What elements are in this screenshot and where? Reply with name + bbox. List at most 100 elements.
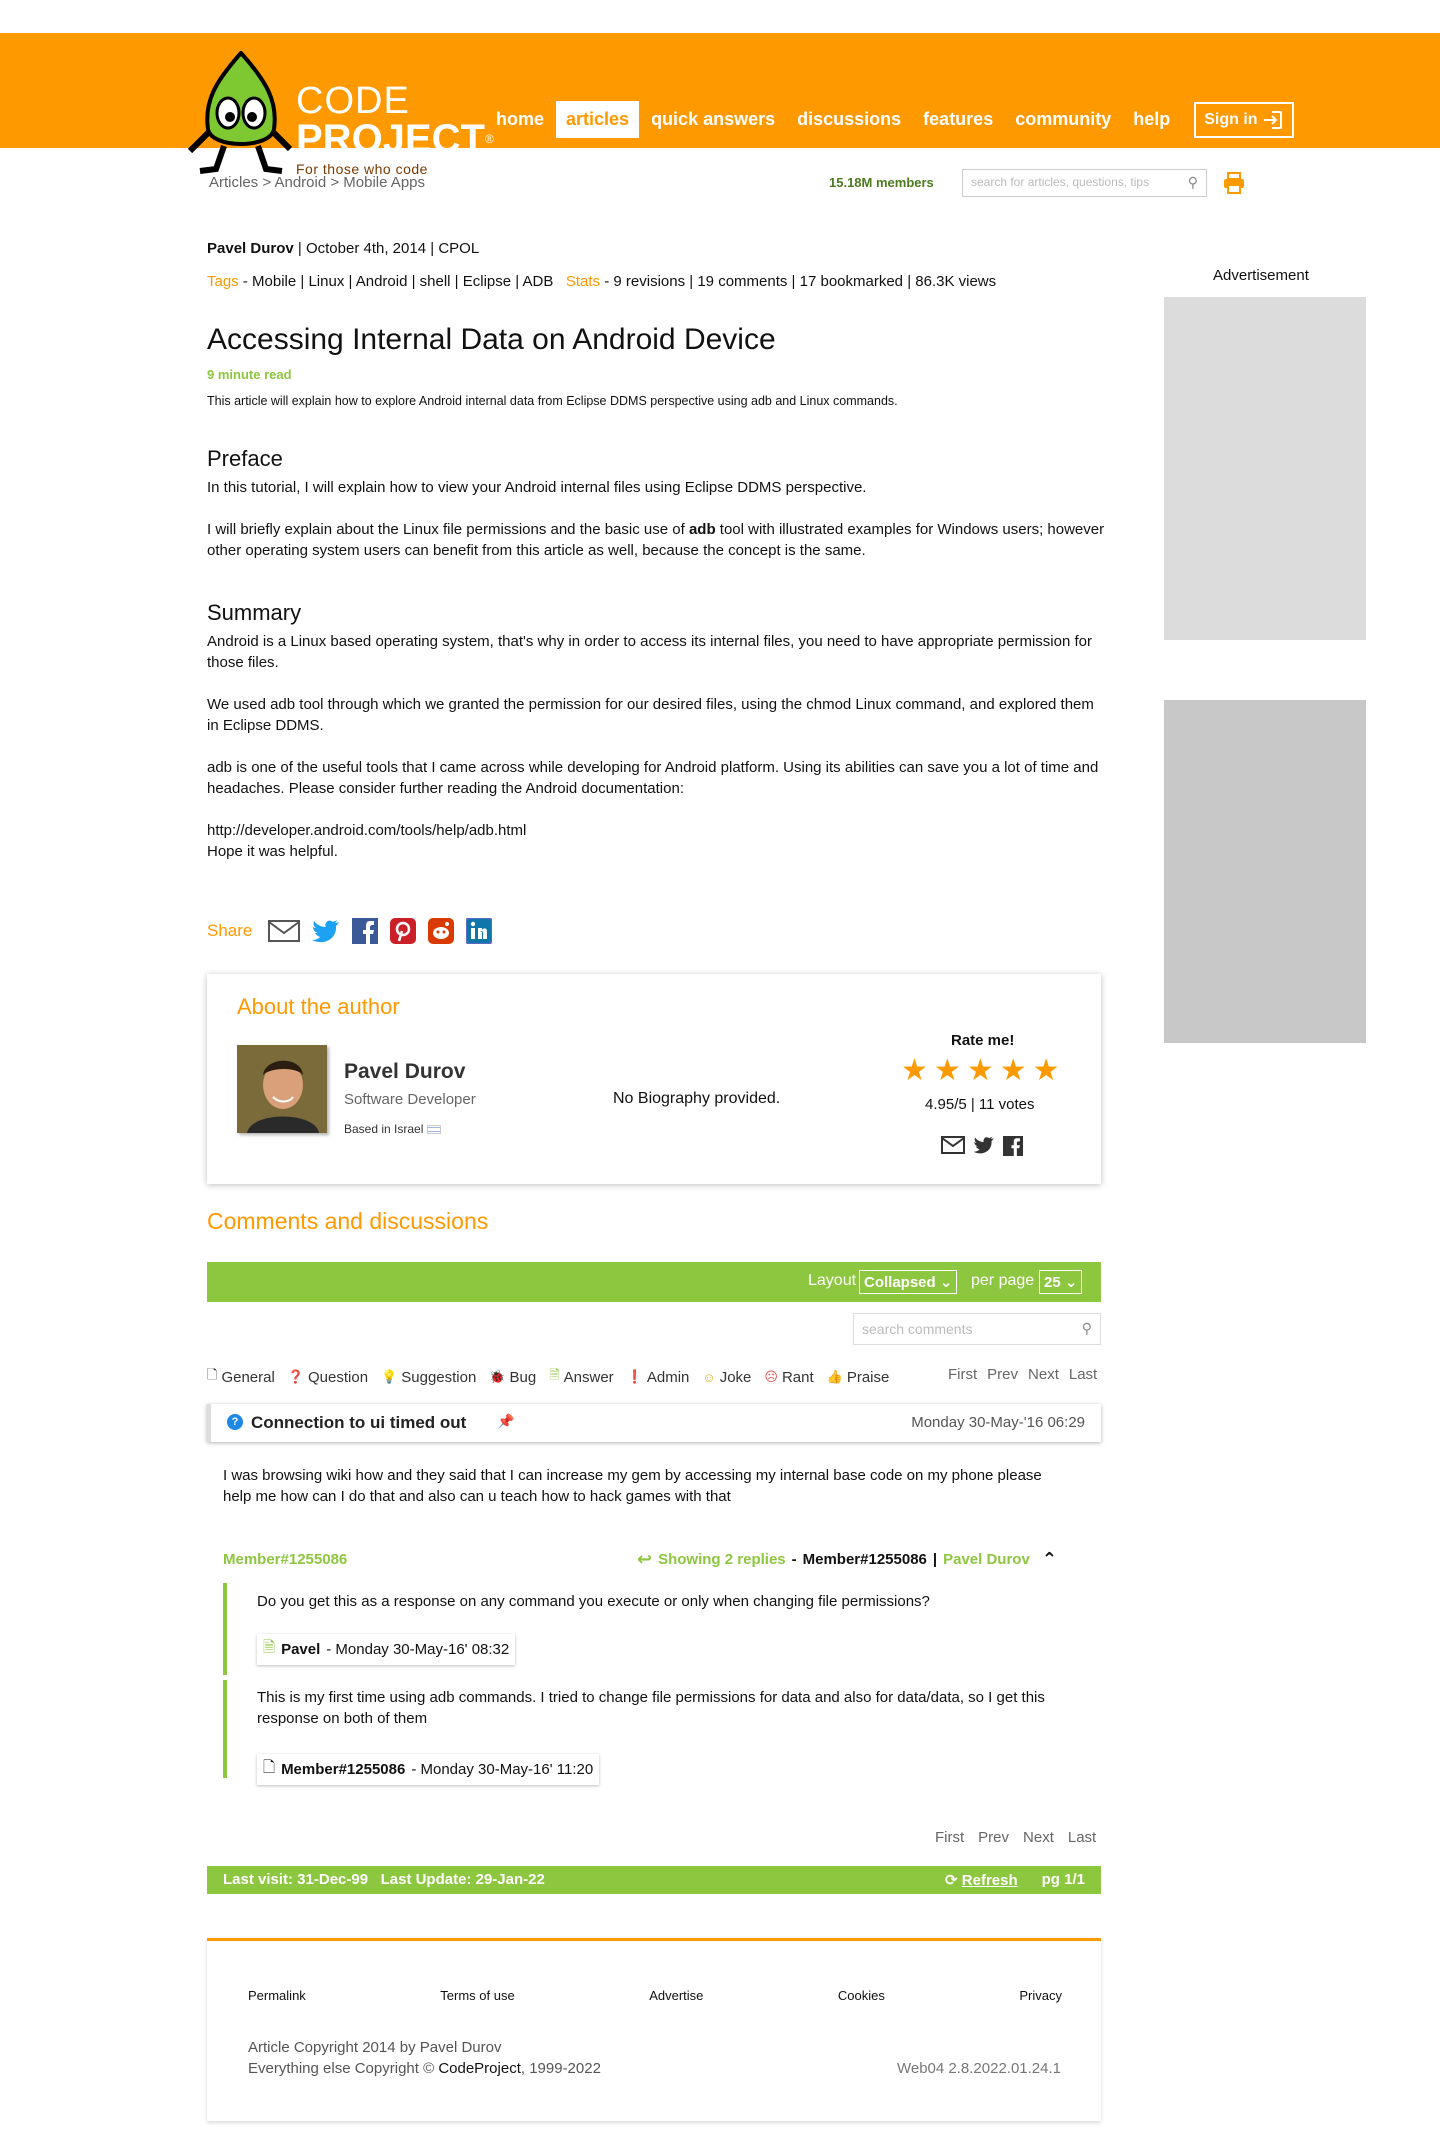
ad-slot-bottom[interactable]: [1164, 700, 1366, 1043]
layout-select[interactable]: Collapsed ⌄: [859, 1270, 958, 1294]
reply-author-tag: 🗋 Member#1255086 - Monday 30-May-16' 11:…: [257, 1754, 600, 1785]
nav-home[interactable]: home: [486, 101, 554, 138]
main-nav: home articles quick answers discussions …: [486, 101, 1294, 138]
pinterest-icon[interactable]: [390, 918, 417, 944]
revisions-link[interactable]: 9 revisions: [613, 273, 685, 290]
showing-replies-link[interactable]: Showing 2 replies: [658, 1551, 786, 1568]
tag-eclipse[interactable]: Eclipse: [463, 273, 511, 290]
tag-mobile[interactable]: Mobile: [252, 273, 296, 290]
breadcrumb-android[interactable]: Android: [274, 174, 326, 191]
license-link[interactable]: CPOL: [438, 240, 479, 257]
reply-author[interactable]: Pavel: [281, 1641, 320, 1658]
pager-last[interactable]: Last: [1068, 1829, 1096, 1846]
search-icon[interactable]: ⚲: [1082, 1320, 1092, 1337]
print-icon[interactable]: [1222, 171, 1246, 195]
nav-articles[interactable]: articles: [556, 101, 640, 138]
email-icon[interactable]: [941, 1136, 965, 1154]
pager-last[interactable]: Last: [1069, 1366, 1097, 1383]
site-search-input[interactable]: search for articles, questions, tips ⚲: [962, 169, 1207, 197]
star-icon[interactable]: ★: [1000, 1056, 1027, 1086]
site-copyright: Everything else Copyright © CodeProject,…: [248, 2060, 601, 2077]
ad-slot-top[interactable]: [1164, 297, 1366, 640]
collapse-chevron-up-icon[interactable]: ⌃: [1042, 1549, 1057, 1570]
tag-shell[interactable]: shell: [420, 273, 451, 290]
tag-linux[interactable]: Linux: [308, 273, 344, 290]
replies-author[interactable]: Pavel Durov: [943, 1551, 1030, 1568]
preface-heading: Preface: [207, 446, 283, 471]
email-icon[interactable]: [268, 919, 301, 943]
pager-prev[interactable]: Prev: [978, 1829, 1009, 1846]
filter-praise[interactable]: 👍 Praise: [827, 1369, 890, 1386]
pin-icon[interactable]: 📌: [497, 1413, 514, 1430]
share-label: Share: [207, 921, 253, 940]
tag-adb[interactable]: ADB: [523, 273, 554, 290]
filter-general[interactable]: 🗋 General: [207, 1366, 275, 1388]
tag-android[interactable]: Android: [356, 273, 408, 290]
star-icon[interactable]: ★: [967, 1056, 994, 1086]
linkedin-icon[interactable]: [466, 918, 493, 944]
reply-date: - Monday 30-May-16' 08:32: [326, 1641, 510, 1658]
thread-title[interactable]: Connection to ui timed out: [251, 1413, 466, 1433]
comments-link[interactable]: 19 comments: [697, 273, 787, 290]
nav-help[interactable]: help: [1123, 101, 1180, 138]
filter-answer[interactable]: 🗎 Answer: [549, 1366, 613, 1388]
filter-rant[interactable]: ☹ Rant: [764, 1369, 813, 1386]
comment-type-legend: 🗋 General ❓ Question 💡 Suggestion 🐞 Bug 🗎 Ans…: [207, 1366, 889, 1388]
pager-first[interactable]: First: [948, 1366, 977, 1383]
search-icon[interactable]: ⚲: [1188, 174, 1198, 191]
per-page-select[interactable]: 25 ⌄: [1039, 1270, 1083, 1294]
thread-header[interactable]: ? Connection to ui timed out 📌 Monday 30…: [207, 1404, 1101, 1442]
twitter-icon[interactable]: [312, 919, 340, 943]
footer-cookies[interactable]: Cookies: [838, 1988, 885, 2003]
facebook-icon[interactable]: [352, 918, 379, 944]
author-name[interactable]: Pavel Durov: [344, 1060, 465, 1084]
twitter-icon[interactable]: [973, 1136, 995, 1154]
sign-in-icon: [1263, 110, 1282, 129]
avatar[interactable]: [237, 1045, 327, 1133]
logo-text[interactable]: CODE PROJECT® For those who code: [296, 82, 494, 177]
breadcrumb-mobile-apps[interactable]: Mobile Apps: [343, 174, 425, 191]
rating-stars[interactable]: ★ ★ ★ ★ ★: [901, 1056, 1060, 1086]
reddit-icon[interactable]: [428, 918, 455, 944]
pager-next[interactable]: Next: [1023, 1829, 1054, 1846]
thread-poster[interactable]: Member#1255086: [223, 1551, 347, 1568]
footer-terms[interactable]: Terms of use: [440, 1988, 514, 2003]
thread-body: I was browsing wiki how and they said th…: [223, 1467, 1042, 1505]
breadcrumb-sep: >: [330, 174, 344, 191]
reply-arrow-icon[interactable]: ↩: [637, 1549, 652, 1570]
article-author[interactable]: Pavel Durov: [207, 240, 294, 257]
nav-discussions[interactable]: discussions: [787, 101, 911, 138]
facebook-icon[interactable]: [1003, 1136, 1023, 1156]
nav-community[interactable]: community: [1005, 101, 1121, 138]
sign-in-button[interactable]: Sign in: [1194, 101, 1294, 138]
filter-joke[interactable]: ☺ Joke: [702, 1369, 751, 1386]
nav-quick-answers[interactable]: quick answers: [641, 101, 785, 138]
codeproject-link[interactable]: CodeProject: [438, 2060, 521, 2077]
article-meta: Pavel Durov | October 4th, 2014 | CPOL: [207, 240, 480, 257]
pager-first[interactable]: First: [935, 1829, 964, 1846]
footer-permalink[interactable]: Permalink: [248, 1988, 306, 2003]
question-icon: ❓: [287, 1369, 305, 1384]
star-icon[interactable]: ★: [1033, 1056, 1060, 1086]
filter-bug[interactable]: 🐞 Bug: [489, 1369, 536, 1386]
pager-next[interactable]: Next: [1028, 1366, 1059, 1383]
reply-author[interactable]: Member#1255086: [281, 1761, 405, 1778]
nav-features[interactable]: features: [913, 101, 1003, 138]
about-author-heading: About the author: [237, 994, 400, 1019]
author-share-icons: [941, 1136, 1023, 1156]
last-visit: Last visit: 31-Dec-99: [223, 1871, 369, 1888]
footer-privacy[interactable]: Privacy: [1019, 1988, 1062, 2003]
chevron-down-icon: ⌄: [939, 1274, 953, 1291]
codeproject-mascot-logo[interactable]: [186, 51, 296, 186]
filter-admin[interactable]: ❗ Admin: [627, 1369, 690, 1386]
pager-prev[interactable]: Prev: [987, 1366, 1018, 1383]
refresh-button[interactable]: ⟳ Refresh: [945, 1871, 1018, 1889]
filter-suggestion[interactable]: 💡 Suggestion: [381, 1369, 476, 1386]
comments-status-bar: Last visit: 31-Dec-99 Last Update: 29-Ja…: [207, 1866, 1101, 1894]
breadcrumb-articles[interactable]: Articles: [209, 174, 258, 191]
star-icon[interactable]: ★: [901, 1056, 928, 1086]
footer-advertise[interactable]: Advertise: [649, 1988, 703, 2003]
filter-question[interactable]: ❓ Question: [288, 1369, 368, 1386]
comment-search-input[interactable]: search comments ⚲: [853, 1313, 1101, 1345]
star-icon[interactable]: ★: [934, 1056, 961, 1086]
